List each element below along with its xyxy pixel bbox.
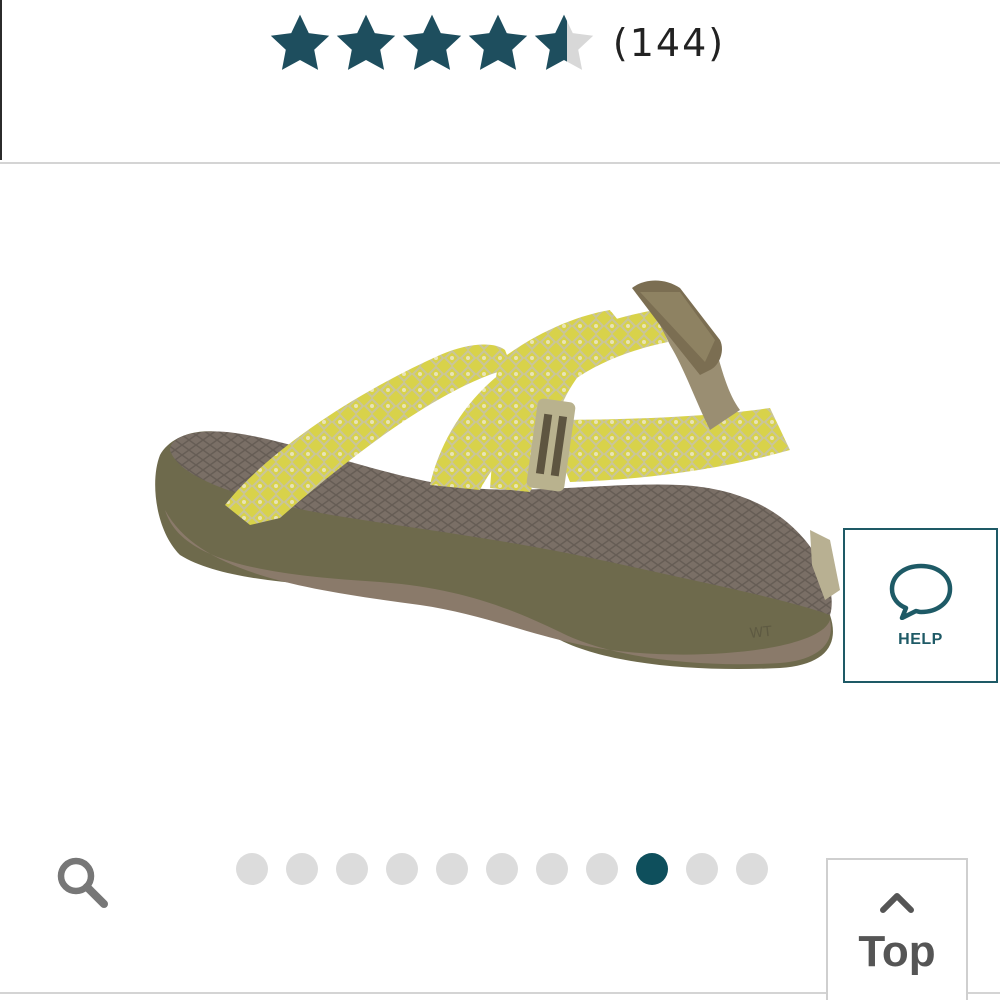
- image-carousel-dots: [236, 853, 768, 885]
- svg-text:WT: WT: [749, 624, 773, 642]
- divider: [0, 162, 1000, 164]
- help-button[interactable]: HELP: [843, 528, 998, 683]
- half-star-icon: [533, 13, 595, 73]
- carousel-dot[interactable]: [236, 853, 268, 885]
- top-label: Top: [858, 927, 936, 976]
- carousel-dot[interactable]: [486, 853, 518, 885]
- carousel-dot[interactable]: [686, 853, 718, 885]
- star-icon: [335, 13, 397, 73]
- carousel-dot[interactable]: [536, 853, 568, 885]
- carousel-dot[interactable]: [586, 853, 618, 885]
- help-label: HELP: [898, 631, 943, 648]
- star-icon: [401, 13, 463, 73]
- search-icon: [52, 852, 112, 917]
- divider: [0, 992, 826, 994]
- back-to-top-button[interactable]: Top: [826, 858, 968, 1000]
- product-page: (144) WT HELP Top: [0, 0, 1000, 1000]
- carousel-dot[interactable]: [286, 853, 318, 885]
- star-rating[interactable]: [269, 13, 595, 73]
- star-icon: [467, 13, 529, 73]
- chevron-up-icon: [877, 890, 917, 919]
- speech-bubble-icon: [888, 562, 954, 625]
- zoom-button[interactable]: [48, 850, 116, 918]
- carousel-dot-active[interactable]: [636, 853, 668, 885]
- divider: [968, 992, 1000, 994]
- review-count[interactable]: (144): [613, 21, 725, 65]
- carousel-dot[interactable]: [736, 853, 768, 885]
- carousel-dot[interactable]: [386, 853, 418, 885]
- carousel-dot[interactable]: [336, 853, 368, 885]
- sandal-image[interactable]: WT: [140, 270, 860, 690]
- rating-row[interactable]: (144): [0, 8, 1000, 78]
- carousel-dot[interactable]: [436, 853, 468, 885]
- star-icon: [269, 13, 331, 73]
